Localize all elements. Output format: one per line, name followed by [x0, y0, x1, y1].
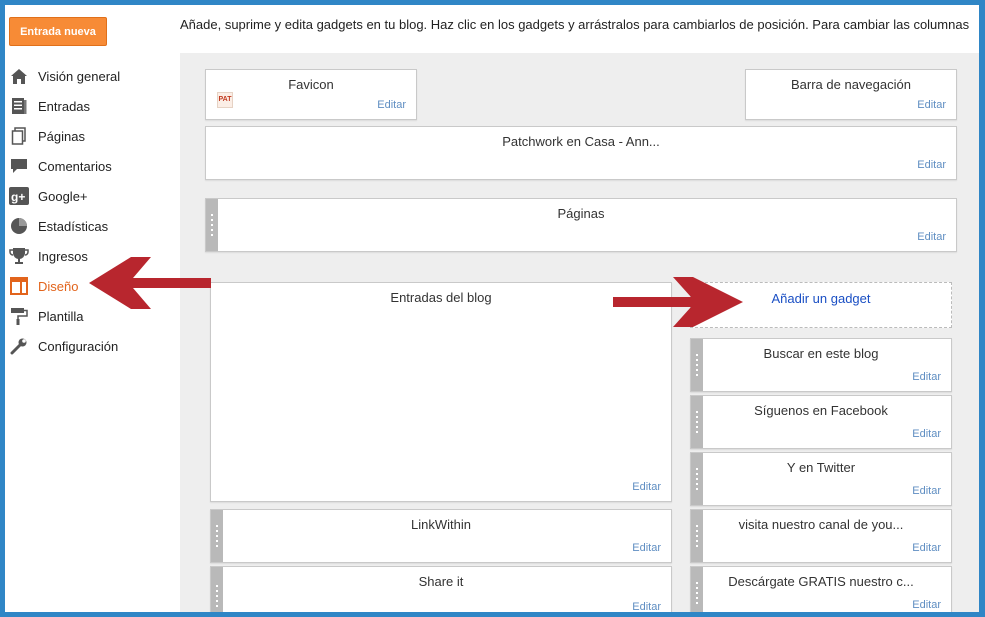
- sidebar-item-label: Entradas: [38, 98, 91, 114]
- gadget-facebook[interactable]: Síguenos en Facebook Editar: [690, 395, 952, 449]
- favicon-image: PAT: [217, 92, 233, 108]
- edit-link[interactable]: Editar: [917, 159, 946, 171]
- gadget-title: Descárgate GRATIS nuestro c...: [728, 574, 914, 589]
- gadget-search[interactable]: Buscar en este blog Editar: [690, 338, 952, 392]
- gadget-title: Entradas del blog: [390, 290, 492, 305]
- sidebar-item-settings[interactable]: Configuración: [5, 333, 175, 359]
- gadget-title: Barra de navegación: [791, 77, 911, 92]
- comments-icon: [9, 156, 29, 176]
- gadget-download[interactable]: Descárgate GRATIS nuestro c... Editar: [690, 566, 952, 612]
- sidebar-item-label: Google+: [38, 188, 88, 204]
- gadget-navbar[interactable]: Barra de navegación Editar: [745, 69, 957, 120]
- edit-link[interactable]: Editar: [377, 99, 406, 111]
- edit-link[interactable]: Editar: [917, 231, 946, 243]
- gadget-favicon[interactable]: Favicon PAT Editar: [205, 69, 417, 120]
- edit-link[interactable]: Editar: [632, 601, 661, 612]
- gadget-title: Buscar en este blog: [763, 346, 879, 361]
- edit-link[interactable]: Editar: [917, 99, 946, 111]
- edit-link[interactable]: Editar: [912, 599, 941, 611]
- sidebar-item-google-plus[interactable]: g+ Google+: [5, 183, 175, 209]
- gadget-title: Páginas: [557, 206, 605, 221]
- sidebar-item-comments[interactable]: Comentarios: [5, 153, 175, 179]
- sidebar-item-label: Páginas: [38, 128, 85, 144]
- sidebar-item-overview[interactable]: Visión general: [5, 63, 175, 89]
- sidebar-item-label: Comentarios: [38, 158, 112, 174]
- layout-editor: Favicon PAT Editar Barra de navegación E…: [180, 53, 979, 612]
- gadget-title: Y en Twitter: [786, 460, 856, 475]
- sidebar-item-label: Plantilla: [38, 308, 84, 324]
- new-post-button[interactable]: Entrada nueva: [9, 17, 107, 46]
- gadget-title: Favicon: [288, 77, 334, 92]
- pages-icon: [9, 126, 29, 146]
- edit-link[interactable]: Editar: [632, 481, 661, 493]
- sidebar-item-posts[interactable]: Entradas: [5, 93, 175, 119]
- stats-icon: [9, 216, 29, 236]
- sidebar-item-label: Ingresos: [38, 248, 88, 264]
- sidebar-item-label: Diseño: [38, 278, 79, 294]
- page-instructions: Añade, suprime y edita gadgets en tu blo…: [180, 17, 970, 32]
- home-icon: [9, 66, 29, 86]
- gadget-title: Patchwork en Casa - Ann...: [502, 134, 660, 149]
- gadget-blog-posts[interactable]: Entradas del blog Editar: [210, 282, 672, 502]
- edit-link[interactable]: Editar: [912, 542, 941, 554]
- annotation-arrow-left: [89, 257, 211, 309]
- sidebar-item-label: Configuración: [38, 338, 119, 354]
- layout-icon: [9, 276, 29, 296]
- wrench-icon: [9, 336, 29, 356]
- posts-icon: [9, 96, 29, 116]
- gadget-title: Share it: [418, 574, 464, 589]
- edit-link[interactable]: Editar: [912, 485, 941, 497]
- annotation-arrow-right: [613, 277, 743, 327]
- gadget-title: visita nuestro canal de you...: [738, 517, 904, 532]
- edit-link[interactable]: Editar: [912, 428, 941, 440]
- sidebar-item-label: Estadísticas: [38, 218, 109, 234]
- sidebar-item-stats[interactable]: Estadísticas: [5, 213, 175, 239]
- gadget-youtube[interactable]: visita nuestro canal de you... Editar: [690, 509, 952, 563]
- gadget-title: LinkWithin: [411, 517, 471, 532]
- edit-link[interactable]: Editar: [632, 542, 661, 554]
- gadget-pages[interactable]: Páginas Editar: [205, 198, 957, 252]
- gadget-share-it[interactable]: Share it Editar: [210, 566, 672, 612]
- trophy-icon: [9, 246, 29, 266]
- sidebar-item-label: Visión general: [38, 68, 121, 84]
- google-plus-icon: g+: [9, 186, 29, 206]
- gadget-twitter[interactable]: Y en Twitter Editar: [690, 452, 952, 506]
- svg-text:g+: g+: [11, 190, 25, 204]
- sidebar-item-pages[interactable]: Páginas: [5, 123, 175, 149]
- gadget-header[interactable]: Patchwork en Casa - Ann... Editar: [205, 126, 957, 180]
- gadget-linkwithin[interactable]: LinkWithin Editar: [210, 509, 672, 563]
- edit-link[interactable]: Editar: [912, 371, 941, 383]
- gadget-title: Síguenos en Facebook: [754, 403, 888, 418]
- paint-roller-icon: [9, 306, 29, 326]
- blogger-window: Entrada nueva Visión general Entradas Pá…: [5, 5, 979, 612]
